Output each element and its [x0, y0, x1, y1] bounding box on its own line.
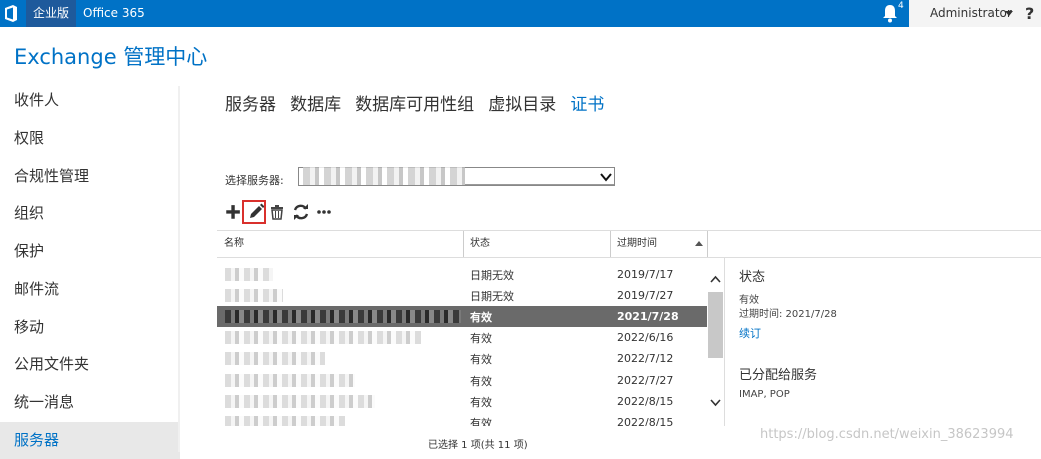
row-status: 有效 [470, 417, 492, 426]
tab-bar: 服务器 数据库 数据库可用性组 虚拟目录 证书 [225, 90, 613, 115]
sidebar-item-protection[interactable]: 保护 [0, 233, 180, 270]
row-status: 有效 [470, 353, 492, 366]
list-scrollbar[interactable] [707, 264, 724, 426]
table-row[interactable]: 日期无效 2019/7/27 [217, 285, 707, 306]
column-status[interactable]: 状态 [463, 231, 610, 257]
column-expires[interactable]: 过期时间 [610, 231, 707, 257]
row-expires: 2019/7/17 [617, 268, 674, 281]
certificate-name-redacted [225, 374, 355, 387]
table-row-selected[interactable]: 有效 2021/7/28 [217, 306, 707, 327]
column-divider[interactable] [707, 231, 708, 257]
top-bar: 企业版 Office 365 4 Administrator ? [0, 0, 1041, 27]
table-row[interactable]: 有效 2022/6/16 [217, 327, 707, 348]
status-value: 有效 [739, 295, 759, 306]
certificate-name-redacted [225, 331, 421, 344]
row-status: 有效 [470, 396, 492, 409]
sidebar-item-servers[interactable]: 服务器 [0, 422, 180, 459]
row-expires: 2022/8/15 [617, 416, 674, 426]
help-button[interactable]: ? [1025, 0, 1034, 27]
sidebar-item-organization[interactable]: 组织 [0, 195, 180, 232]
tab-servers[interactable]: 服务器 [225, 90, 276, 115]
expires-text: 过期时间: 2021/7/28 [739, 309, 837, 320]
sidebar-item-recipients[interactable]: 收件人 [0, 82, 180, 119]
row-status: 有效 [470, 375, 492, 388]
table-row[interactable]: 有效 2022/7/12 [217, 348, 707, 369]
selection-status: 已选择 1 项(共 11 项) [428, 440, 528, 451]
row-status: 日期无效 [470, 269, 514, 282]
tab-virtual-directories[interactable]: 虚拟目录 [488, 90, 556, 115]
app-title: Exchange 管理中心 [14, 45, 208, 69]
edit-highlight-box [242, 200, 266, 224]
more-icon[interactable] [314, 200, 336, 224]
row-expires: 2022/8/15 [617, 395, 674, 408]
scrollbar-thumb[interactable] [708, 292, 723, 358]
row-expires: 2022/7/27 [617, 374, 674, 387]
user-menu[interactable]: Administrator [930, 0, 1012, 27]
tab-certificates[interactable]: 证书 [570, 90, 604, 115]
sidebar-item-compliance[interactable]: 合规性管理 [0, 158, 180, 195]
row-status: 有效 [470, 332, 492, 345]
edition-tab[interactable]: 企业版 [26, 0, 77, 27]
sidebar-item-mail-flow[interactable]: 邮件流 [0, 271, 180, 308]
notification-count: 4 [898, 1, 904, 11]
sidebar-item-permissions[interactable]: 权限 [0, 120, 180, 157]
services-heading: 已分配给服务 [739, 368, 818, 383]
chevron-down-icon[interactable] [710, 399, 721, 407]
server-select-label: 选择服务器: [225, 174, 284, 187]
server-name-redacted [303, 167, 465, 185]
refresh-icon[interactable] [290, 200, 312, 224]
add-icon[interactable] [222, 200, 244, 224]
certificate-name-redacted [225, 289, 283, 302]
sort-ascending-icon [695, 241, 703, 246]
row-status: 有效 [470, 311, 492, 324]
certificate-name-redacted [225, 310, 461, 323]
watermark: https://blog.csdn.net/weixin_38623994 [760, 427, 1014, 442]
row-expires: 2019/7/27 [617, 289, 674, 302]
row-expires: 2021/7/28 [617, 310, 679, 323]
status-heading: 状态 [739, 270, 766, 285]
column-name[interactable]: 名称 [217, 231, 463, 257]
services-value: IMAP, POP [739, 389, 790, 400]
details-pane: 状态 有效 过期时间: 2021/7/28 续订 已分配给服务 IMAP, PO… [724, 258, 1041, 426]
tab-databases[interactable]: 数据库 [290, 90, 341, 115]
table-row[interactable]: 有效 2022/8/15 [217, 391, 707, 412]
row-status: 日期无效 [470, 290, 514, 303]
renew-link[interactable]: 续订 [739, 325, 761, 341]
sidebar: 收件人 权限 合规性管理 组织 保护 邮件流 移动 公用文件夹 统一消息 服务器 [0, 82, 180, 459]
bell-icon[interactable] [881, 4, 899, 23]
sidebar-item-mobile[interactable]: 移动 [0, 309, 180, 346]
certificate-list: 日期无效 2019/7/17 日期无效 2019/7/27 有效 2021/7/… [217, 264, 707, 426]
sidebar-divider [178, 86, 180, 452]
grid-header: 名称 状态 过期时间 [217, 230, 1041, 258]
chevron-down-icon[interactable] [1005, 11, 1013, 16]
certificate-name-redacted [225, 352, 325, 365]
server-select[interactable] [298, 167, 615, 186]
row-expires: 2022/6/16 [617, 331, 674, 344]
row-expires: 2022/7/12 [617, 352, 674, 365]
chevron-up-icon[interactable] [710, 275, 721, 283]
certificate-name-redacted [225, 268, 273, 281]
sidebar-item-public-folders[interactable]: 公用文件夹 [0, 346, 180, 383]
table-row[interactable]: 日期无效 2019/7/17 [217, 264, 707, 285]
tab-dag[interactable]: 数据库可用性组 [355, 90, 474, 115]
chevron-down-icon[interactable] [599, 169, 613, 185]
office-logo-icon[interactable] [4, 5, 18, 22]
delete-icon[interactable] [266, 200, 288, 224]
select-underline [465, 184, 614, 185]
table-row[interactable]: 有效 2022/8/15 [217, 412, 707, 426]
certificate-name-redacted [225, 395, 375, 408]
sidebar-item-unified-messaging[interactable]: 统一消息 [0, 384, 180, 421]
office365-link[interactable]: Office 365 [83, 0, 145, 27]
certificate-name-redacted [225, 416, 345, 426]
user-area: Administrator ? [909, 0, 1041, 27]
table-row[interactable]: 有效 2022/7/27 [217, 370, 707, 391]
